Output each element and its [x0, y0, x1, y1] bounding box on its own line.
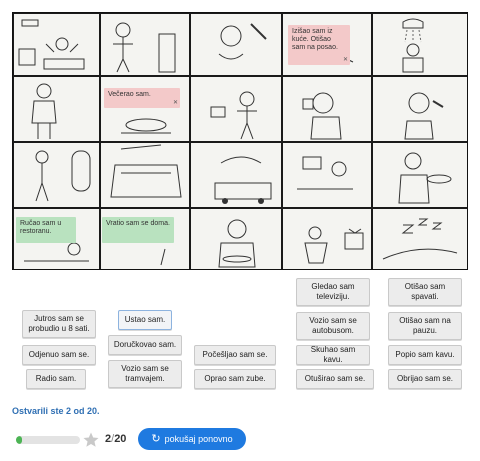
answer-card[interactable]: Vozio sam se autobusom. [296, 312, 370, 340]
comic-cell-dress[interactable] [14, 77, 99, 141]
placed-caption-leave-house[interactable]: Izišao sam iz kuće. Otišao sam na posao.… [288, 25, 350, 65]
answer-card[interactable]: Počešljao sam se. [194, 345, 276, 365]
comic-cell-break[interactable] [373, 143, 467, 207]
answer-card[interactable]: Otišao sam na pauzu. [388, 312, 462, 340]
comic-cell-watch-tv[interactable] [283, 209, 371, 269]
comic-cell-drink-coffee[interactable] [283, 77, 371, 141]
placed-caption-text: Večerao sam. [108, 91, 151, 98]
score-total: 20 [114, 433, 127, 445]
result-text: Ostvarili ste 2 od 20. [12, 406, 100, 416]
comic-cell-wake-up[interactable] [14, 14, 99, 75]
progress-fill [16, 436, 23, 444]
placed-caption-dinner[interactable]: Večerao sam. ✕ [104, 88, 180, 108]
comic-cell-shave[interactable] [373, 77, 467, 141]
answer-card[interactable]: Radio sam. [26, 369, 86, 389]
answer-card[interactable]: Vozio sam se tramvajem. [108, 360, 182, 388]
comic-cell-shower[interactable] [373, 14, 467, 75]
close-icon[interactable]: ✕ [173, 99, 178, 107]
answer-card[interactable]: Jutros sam se probudio u 8 sati. [22, 310, 96, 338]
comic-cell-walk[interactable] [14, 143, 99, 207]
placed-caption-text: Vratio sam se doma. [106, 220, 170, 227]
comic-cell-dinner[interactable] [101, 77, 189, 141]
close-icon[interactable]: ✕ [343, 56, 348, 64]
placed-caption-text: Ručao sam u restoranu. [20, 220, 62, 235]
answer-card[interactable]: Otišao sam spavati. [388, 278, 462, 306]
comic-cell-tram[interactable] [101, 143, 189, 207]
comic-cell-sleep[interactable] [373, 209, 467, 269]
placed-caption-return-home[interactable]: Vratio sam se doma. [102, 217, 174, 243]
placed-caption-text: Izišao sam iz kuće. Otišao sam na posao. [292, 28, 338, 51]
comic-cell-comb-hair[interactable] [191, 77, 281, 141]
refresh-icon: ↻ [151, 432, 161, 445]
comic-cell-brush-teeth[interactable] [191, 14, 281, 75]
retry-button-label: pokušaj ponovno [164, 434, 233, 444]
answer-card[interactable]: Oprao sam zube. [194, 369, 276, 389]
progress-bar: 2/20 [12, 430, 128, 450]
answer-card[interactable]: Skuhao sam kavu. [296, 345, 370, 365]
comic-cell-bus[interactable] [191, 143, 281, 207]
star-icon [83, 432, 99, 447]
comic-cell-work[interactable] [283, 143, 371, 207]
placed-caption-restaurant[interactable]: Ručao sam u restoranu. [16, 217, 76, 243]
answer-card[interactable]: Odjenuo sam se. [22, 345, 96, 365]
progress-track [16, 436, 80, 444]
retry-button[interactable]: ↻ pokušaj ponovno [138, 428, 246, 450]
answer-card[interactable]: Doručkovao sam. [108, 335, 182, 355]
answer-card[interactable]: Obrijao sam se. [388, 369, 462, 389]
comic-grid: Izišao sam iz kuće. Otišao sam na posao.… [12, 12, 468, 270]
score: 2/20 [105, 433, 126, 445]
answer-card[interactable]: Gledao sam televiziju. [296, 278, 370, 306]
answer-card[interactable]: Popio sam kavu. [388, 345, 462, 365]
comic-cell-cook-coffee[interactable] [191, 209, 281, 269]
answer-card[interactable]: Otuširao sam se. [296, 369, 374, 389]
answer-card-selected[interactable]: Ustao sam. [118, 310, 172, 330]
comic-cell-get-up[interactable] [101, 14, 189, 75]
